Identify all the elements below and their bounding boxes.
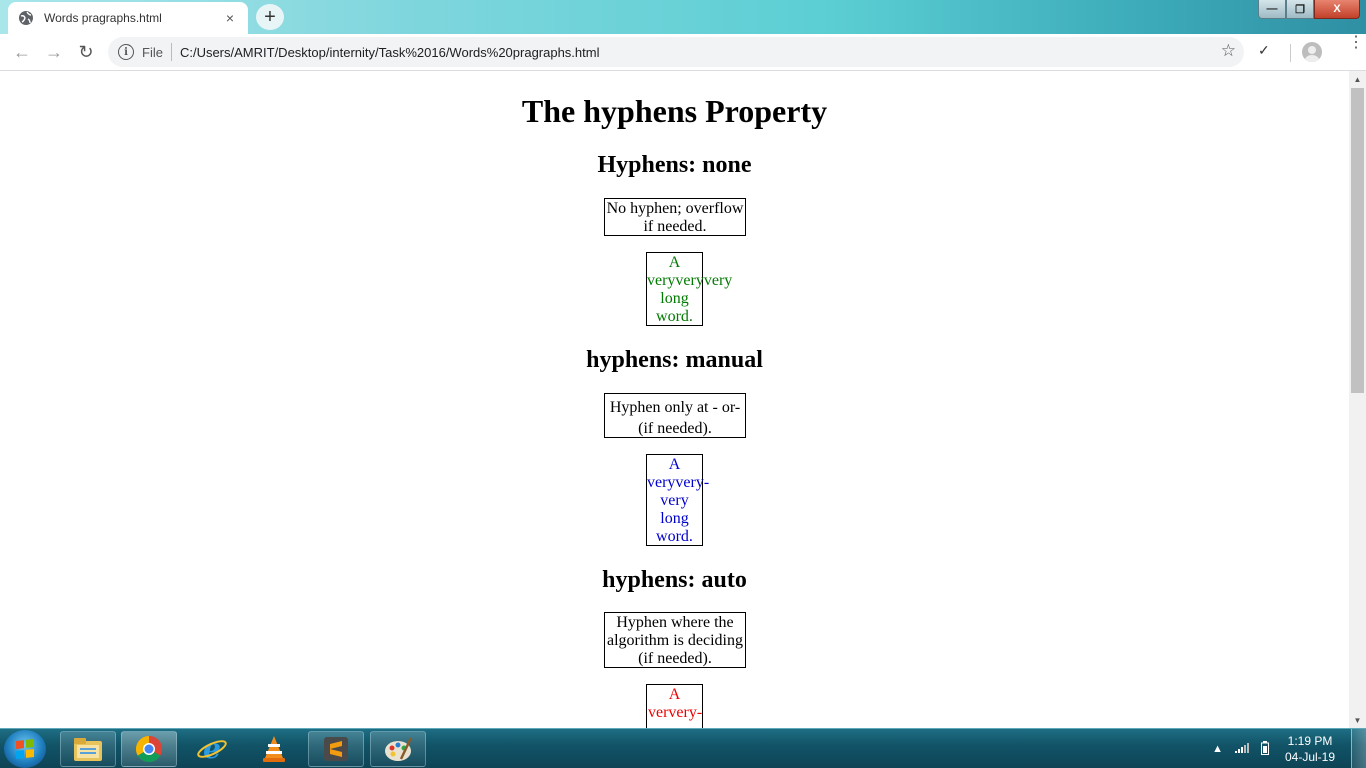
taskbar-paint[interactable]	[370, 731, 426, 767]
clock-time: 1:19 PM	[1287, 734, 1333, 748]
address-bar[interactable]: i File C:/Users/AMRIT/Desktop/internity/…	[108, 37, 1244, 67]
vertical-scrollbar[interactable]: ▲ ▼	[1349, 71, 1366, 728]
forward-button[interactable]: →	[38, 36, 70, 68]
browser-title-bar: Words pragraphs.html × + — ❐ X	[0, 0, 1366, 34]
network-signal-icon[interactable]	[1235, 742, 1249, 756]
chrome-icon	[135, 735, 163, 763]
profile-avatar-icon[interactable]	[1302, 42, 1322, 62]
windows-taskbar: e ▲ 1:19 PM 04-Jul-19	[0, 728, 1366, 768]
address-url[interactable]: C:/Users/AMRIT/Desktop/internity/Task%20…	[180, 45, 600, 60]
show-desktop-button[interactable]	[1351, 729, 1366, 768]
section-heading-manual: hyphens: manual	[586, 347, 763, 373]
tab-title: Words pragraphs.html	[44, 11, 162, 25]
extension-check-icon[interactable]: ✓	[1258, 42, 1270, 59]
box-line-overflow: veryvery-	[647, 474, 710, 491]
box-line: A	[668, 254, 681, 271]
box-line: ververy-	[648, 704, 703, 721]
box-auto-text: Hyphen where the algorithm is deciding (…	[604, 612, 746, 668]
section-heading-none: Hyphens: none	[597, 152, 752, 178]
clock-date: 04-Jul-19	[1284, 750, 1336, 764]
info-icon[interactable]: i	[118, 44, 134, 60]
taskbar-sublime-text[interactable]	[308, 731, 364, 767]
internet-explorer-icon: e	[197, 734, 227, 764]
tab-close-icon[interactable]: ×	[222, 10, 238, 26]
vlc-cone-icon	[263, 736, 285, 762]
scroll-up-arrow-icon[interactable]: ▲	[1349, 71, 1366, 87]
sublime-text-icon	[324, 737, 348, 761]
scroll-thumb[interactable]	[1351, 88, 1364, 393]
start-button[interactable]	[4, 730, 46, 768]
taskbar-clock[interactable]: 1:19 PM 04-Jul-19	[1275, 733, 1345, 765]
page-title: The hyphens Property	[521, 93, 828, 129]
paint-palette-icon	[385, 737, 413, 761]
taskbar-chrome[interactable]	[121, 731, 177, 767]
taskbar-internet-explorer[interactable]: e	[184, 731, 240, 767]
box-auto-word: A ververy-	[646, 684, 703, 728]
box-line: very	[660, 492, 689, 509]
reload-button[interactable]: ↻	[70, 36, 102, 68]
box-line: algorithm is deciding	[607, 632, 743, 649]
section-heading-auto: hyphens: auto	[602, 567, 747, 593]
box-line: (if needed).	[638, 420, 712, 437]
address-separator	[170, 43, 172, 61]
browser-menu-icon[interactable]: ⋮	[1348, 35, 1364, 51]
box-line: Hyphen only at - or-	[609, 399, 741, 416]
box-manual-text: Hyphen only at - or- (if needed).	[604, 393, 746, 438]
browser-tab[interactable]: Words pragraphs.html ×	[8, 2, 248, 34]
windows-logo-icon	[16, 739, 34, 759]
address-scheme-label: File	[142, 44, 163, 60]
toolbar-separator	[1290, 44, 1291, 62]
taskbar-file-explorer[interactable]	[60, 731, 116, 767]
box-line: A	[668, 686, 681, 703]
window-controls: — ❐ X	[1258, 0, 1360, 19]
box-line: Hyphen where the	[616, 614, 734, 631]
system-tray: ▲ 1:19 PM 04-Jul-19	[1206, 729, 1366, 768]
box-none-word: A veryveryvery long word.	[646, 252, 733, 326]
page-viewport: The hyphens Property Hyphens: none No hy…	[0, 71, 1349, 728]
battery-icon[interactable]	[1261, 740, 1269, 758]
taskbar-vlc[interactable]	[246, 731, 302, 767]
new-tab-button[interactable]: +	[256, 4, 284, 30]
close-window-button[interactable]: X	[1314, 0, 1360, 19]
box-line: long	[660, 510, 689, 527]
show-hidden-icons-arrow[interactable]: ▲	[1212, 743, 1223, 755]
folder-icon	[74, 738, 102, 761]
back-button[interactable]: ←	[6, 36, 38, 68]
box-line: No hyphen; overflow	[606, 200, 744, 217]
box-line: long	[660, 290, 689, 307]
bookmark-star-icon[interactable]: ☆	[1221, 41, 1236, 61]
box-manual-word: A veryvery- very long word.	[646, 454, 710, 546]
minimize-button[interactable]: —	[1258, 0, 1286, 19]
svg-text:e: e	[203, 734, 221, 764]
box-line: (if needed).	[638, 650, 712, 667]
scroll-down-arrow-icon[interactable]: ▼	[1349, 712, 1366, 728]
box-none-text: No hyphen; overflow if needed.	[604, 198, 746, 236]
box-line: if needed.	[643, 218, 707, 235]
box-line: word.	[656, 308, 693, 325]
box-line: A	[668, 456, 681, 473]
globe-icon	[18, 10, 34, 26]
box-line: word.	[656, 528, 693, 545]
browser-toolbar: ← → ↻ i File C:/Users/AMRIT/Desktop/inte…	[0, 34, 1366, 71]
box-line-overflow: veryveryvery	[647, 272, 733, 289]
restore-button[interactable]: ❐	[1286, 0, 1314, 19]
